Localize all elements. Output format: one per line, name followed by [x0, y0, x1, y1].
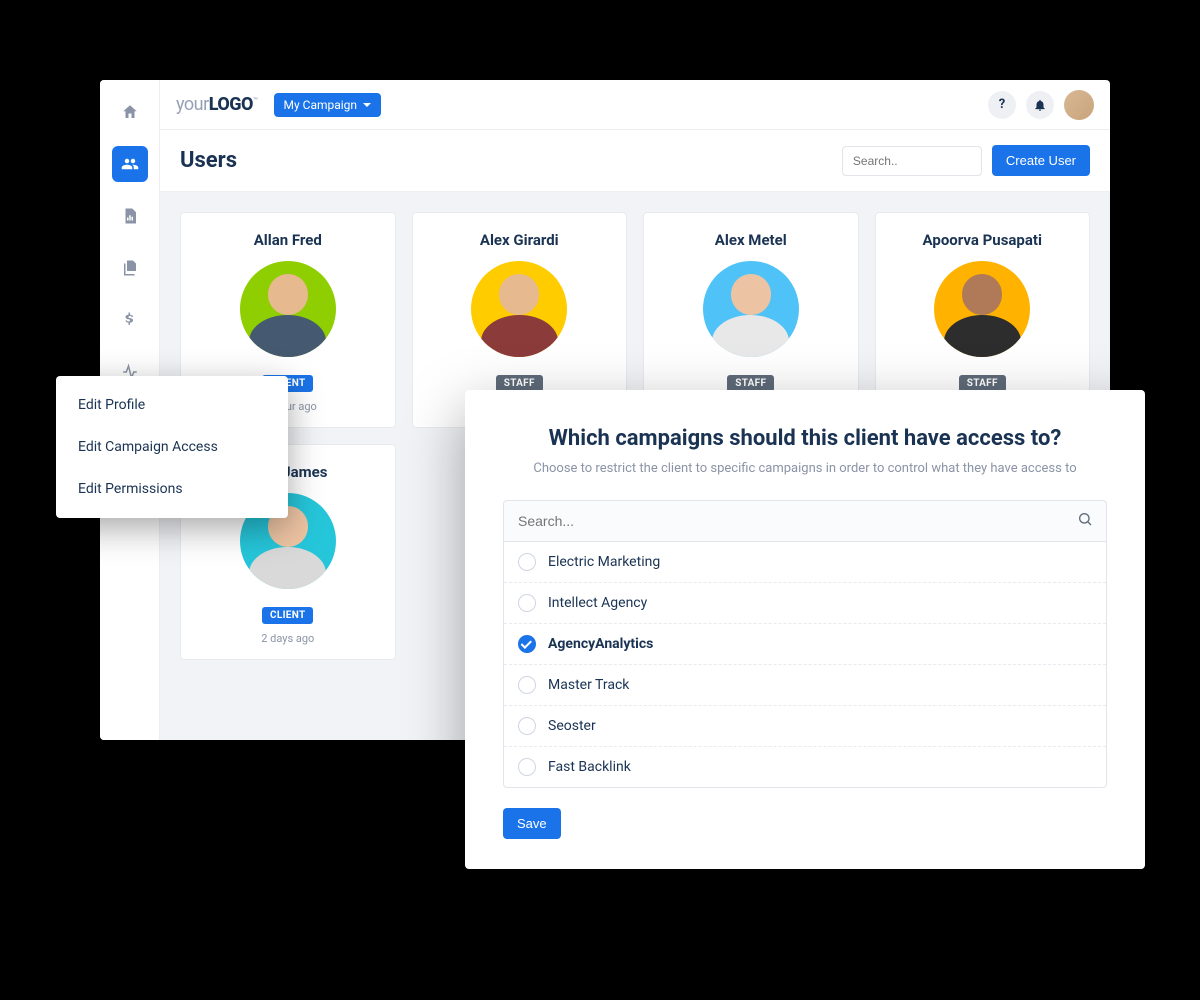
create-user-button[interactable]: Create User	[992, 145, 1090, 176]
logo-main: LOGO	[209, 94, 253, 115]
users-icon	[121, 155, 139, 173]
modal-search-input[interactable]	[503, 500, 1107, 541]
campaign-name: AgencyAnalytics	[548, 636, 653, 652]
checkbox-icon	[518, 635, 536, 653]
sidebar-item-billing[interactable]	[112, 302, 148, 338]
logo-prefix: your	[176, 94, 209, 115]
help-icon: ?	[999, 97, 1005, 112]
campaign-name: Intellect Agency	[548, 595, 647, 611]
sidebar-item-reports[interactable]	[112, 198, 148, 234]
checkbox-icon	[518, 676, 536, 694]
user-meta: 2 days ago	[191, 632, 385, 645]
user-avatar	[471, 261, 567, 357]
files-icon	[121, 259, 139, 277]
page-title: Users	[180, 148, 237, 173]
checkbox-icon	[518, 717, 536, 735]
topbar: yourLOGO™ My Campaign ?	[160, 80, 1110, 130]
context-menu-item[interactable]: Edit Permissions	[56, 468, 288, 510]
context-menu-item[interactable]: Edit Campaign Access	[56, 426, 288, 468]
current-user-avatar[interactable]	[1064, 90, 1094, 120]
sidebar-item-files[interactable]	[112, 250, 148, 286]
campaign-dropdown[interactable]: My Campaign	[274, 93, 382, 117]
campaign-name: Electric Marketing	[548, 554, 660, 570]
modal-title: Which campaigns should this client have …	[503, 426, 1107, 451]
logo-tm: ™	[253, 96, 258, 105]
campaign-dropdown-label: My Campaign	[284, 98, 358, 112]
checkbox-icon	[518, 553, 536, 571]
campaign-access-modal: Which campaigns should this client have …	[465, 390, 1145, 869]
campaign-row[interactable]: Master Track	[504, 665, 1106, 706]
report-icon	[121, 207, 139, 225]
campaign-row[interactable]: AgencyAnalytics	[504, 624, 1106, 665]
campaign-list: Electric Marketing Intellect Agency Agen…	[503, 541, 1107, 788]
dollar-icon	[121, 311, 139, 329]
user-name: Alex Girardi	[423, 231, 617, 249]
user-avatar	[934, 261, 1030, 357]
search-icon	[1077, 511, 1093, 531]
campaign-row[interactable]: Intellect Agency	[504, 583, 1106, 624]
modal-subtitle: Choose to restrict the client to specifi…	[503, 461, 1107, 476]
context-menu: Edit ProfileEdit Campaign AccessEdit Per…	[56, 376, 288, 518]
page-header-right: Create User	[842, 145, 1090, 176]
help-button[interactable]: ?	[988, 91, 1016, 119]
sidebar-item-home[interactable]	[112, 94, 148, 130]
user-avatar	[703, 261, 799, 357]
save-button[interactable]: Save	[503, 808, 561, 839]
modal-search	[503, 500, 1107, 541]
user-name: Apoorva Pusapati	[886, 231, 1080, 249]
context-menu-item[interactable]: Edit Profile	[56, 384, 288, 426]
chevron-down-icon	[363, 103, 371, 107]
checkbox-icon	[518, 594, 536, 612]
user-avatar	[240, 261, 336, 357]
topbar-right: ?	[988, 90, 1094, 120]
bell-icon	[1033, 98, 1047, 112]
campaign-name: Fast Backlink	[548, 759, 631, 775]
user-name: Alex Metel	[654, 231, 848, 249]
campaign-name: Seoster	[548, 718, 596, 734]
campaign-row[interactable]: Seoster	[504, 706, 1106, 747]
logo: yourLOGO™	[176, 94, 258, 115]
page-header: Users Create User	[160, 130, 1110, 192]
campaign-row[interactable]: Electric Marketing	[504, 542, 1106, 583]
checkbox-icon	[518, 758, 536, 776]
home-icon	[121, 103, 139, 121]
search-input[interactable]	[842, 146, 982, 176]
role-badge: CLIENT	[262, 607, 313, 624]
sidebar-item-users[interactable]	[112, 146, 148, 182]
campaign-row[interactable]: Fast Backlink	[504, 747, 1106, 787]
user-name: Allan Fred	[191, 231, 385, 249]
notifications-button[interactable]	[1026, 91, 1054, 119]
campaign-name: Master Track	[548, 677, 629, 693]
